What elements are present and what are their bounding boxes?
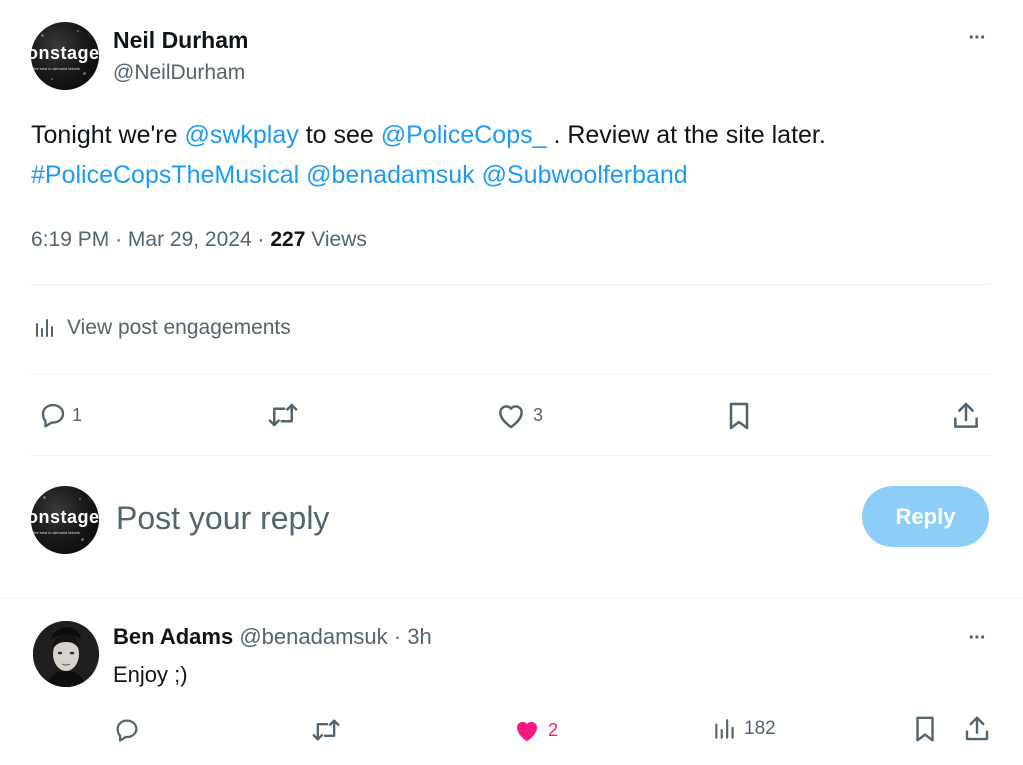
repost-action[interactable] — [266, 400, 300, 430]
avatar-logo-text: onstage — [31, 43, 99, 63]
view-engagements-label: View post engagements — [67, 316, 291, 339]
mention-link-swkplay[interactable]: @swkplay — [184, 121, 298, 149]
repost-icon — [266, 400, 300, 430]
bookmark-icon — [912, 714, 938, 744]
reply-icon — [38, 400, 68, 430]
post-text-segment: to see — [298, 121, 381, 149]
reply-more-options-button[interactable]: ··· — [963, 624, 991, 652]
reply-author-handle[interactable]: @benadamsuk — [239, 624, 387, 649]
reply-icon — [113, 716, 141, 744]
divider — [31, 374, 991, 375]
post-text-segment: Tonight we're — [31, 121, 185, 149]
post-text-segment — [475, 161, 482, 189]
post-text: Tonight we're @swkplay to see @PoliceCop… — [31, 115, 991, 195]
reply-time[interactable]: 3h — [407, 624, 431, 649]
reply-action[interactable]: 1 — [38, 400, 82, 430]
view-engagements-link[interactable]: View post engagements — [33, 316, 291, 340]
reply-text: Enjoy ;) — [113, 662, 188, 687]
more-options-button[interactable]: ··· — [963, 24, 991, 52]
author-avatar[interactable]: onstage the best in-demand tickets — [31, 22, 99, 90]
meta-separator: · — [257, 228, 265, 251]
reply-author-avatar[interactable] — [33, 621, 99, 687]
reply-views-action[interactable]: 182 — [712, 716, 776, 742]
analytics-icon — [33, 316, 57, 340]
post-date[interactable]: Mar 29, 2024 — [128, 228, 252, 251]
repost-icon — [310, 716, 342, 744]
mention-link-benadamsuk[interactable]: @benadamsuk — [306, 161, 475, 189]
meta-separator: · — [393, 624, 402, 649]
author-name[interactable]: Neil Durham — [113, 27, 248, 54]
reply-bookmark-action[interactable] — [912, 714, 938, 744]
reply-repost-action[interactable] — [310, 716, 342, 744]
post-text-segment: . Review at the site later. — [546, 121, 826, 149]
analytics-icon — [712, 716, 738, 742]
share-icon — [962, 714, 992, 744]
reply-input[interactable] — [116, 496, 816, 540]
share-action[interactable] — [950, 400, 982, 432]
reply-count: 1 — [72, 404, 83, 425]
views-label: Views — [311, 228, 367, 251]
author-handle[interactable]: @NeilDurham — [113, 61, 245, 85]
avatar-logo-tagline: the best in-demand tickets — [33, 530, 80, 535]
mention-link-subwoolferband[interactable]: @Subwoolferband — [482, 161, 688, 189]
bookmark-icon — [725, 400, 753, 432]
share-icon — [950, 400, 982, 432]
current-user-avatar[interactable]: onstage the best in-demand tickets — [31, 486, 99, 554]
divider — [31, 284, 991, 285]
avatar-logo-text: onstage — [31, 507, 99, 527]
divider — [31, 455, 991, 456]
reply-views-count: 182 — [744, 718, 776, 739]
like-action[interactable]: 3 — [495, 400, 543, 430]
reply-reply-action[interactable] — [113, 716, 141, 744]
reply-share-action[interactable] — [962, 714, 992, 744]
post-time[interactable]: 6:19 PM — [31, 228, 109, 251]
hashtag-link[interactable]: #PoliceCopsTheMusical — [31, 161, 299, 189]
bookmark-action[interactable] — [725, 400, 753, 432]
avatar-logo-tagline: the best in-demand tickets — [33, 66, 80, 71]
reply-like-count: 2 — [548, 719, 559, 740]
reply-button[interactable]: Reply — [862, 486, 989, 547]
mention-link-policecops[interactable]: @PoliceCops_ — [381, 121, 547, 149]
reply-header: Ben Adams @benadamsuk · 3h — [113, 624, 432, 650]
heart-icon — [495, 400, 527, 430]
section-divider — [0, 598, 1023, 599]
reply-like-action[interactable]: 2 — [512, 716, 558, 744]
reply-author-name[interactable]: Ben Adams — [113, 624, 233, 649]
views-count: 227 — [270, 228, 306, 251]
like-count: 3 — [533, 404, 544, 425]
meta-separator: · — [115, 228, 123, 251]
post-meta: 6:19 PM · Mar 29, 2024 · 227 Views — [31, 228, 367, 252]
heart-filled-icon — [512, 716, 542, 744]
